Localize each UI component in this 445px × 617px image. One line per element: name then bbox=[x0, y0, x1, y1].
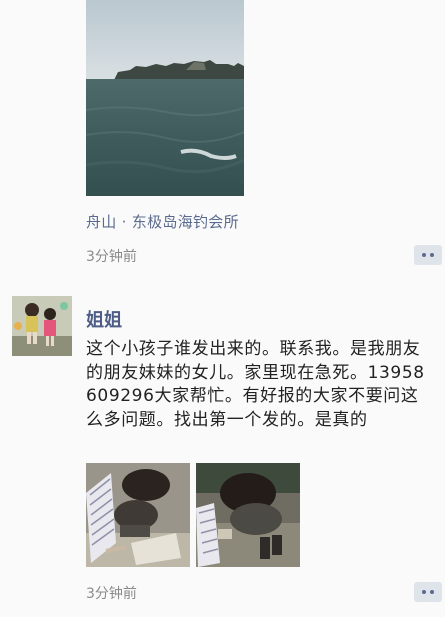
child-image bbox=[86, 463, 190, 567]
comment-icon bbox=[422, 253, 434, 257]
sea-photo[interactable] bbox=[86, 0, 244, 196]
comment-button[interactable] bbox=[414, 245, 442, 265]
sea-image bbox=[86, 0, 244, 196]
moments-post: 舟山 · 东极岛海钓会所 3分钟前 bbox=[0, 0, 445, 284]
avatar[interactable] bbox=[12, 296, 72, 356]
post-photo-2[interactable] bbox=[196, 463, 300, 567]
avatar-image bbox=[12, 296, 72, 356]
comment-icon bbox=[422, 590, 434, 594]
child-image bbox=[196, 463, 300, 567]
comment-button[interactable] bbox=[414, 582, 442, 602]
post-text: 这个小孩子谁发出来的。联系我。是我朋友的朋友妹妹的女儿。家里现在急死。13958… bbox=[86, 339, 425, 430]
post-photo-1[interactable] bbox=[86, 463, 190, 567]
post-time: 3分钟前 bbox=[86, 586, 137, 602]
username[interactable]: 姐姐 bbox=[86, 306, 122, 332]
post-time: 3分钟前 bbox=[86, 249, 137, 265]
post-location[interactable]: 舟山 · 东极岛海钓会所 bbox=[86, 211, 239, 232]
